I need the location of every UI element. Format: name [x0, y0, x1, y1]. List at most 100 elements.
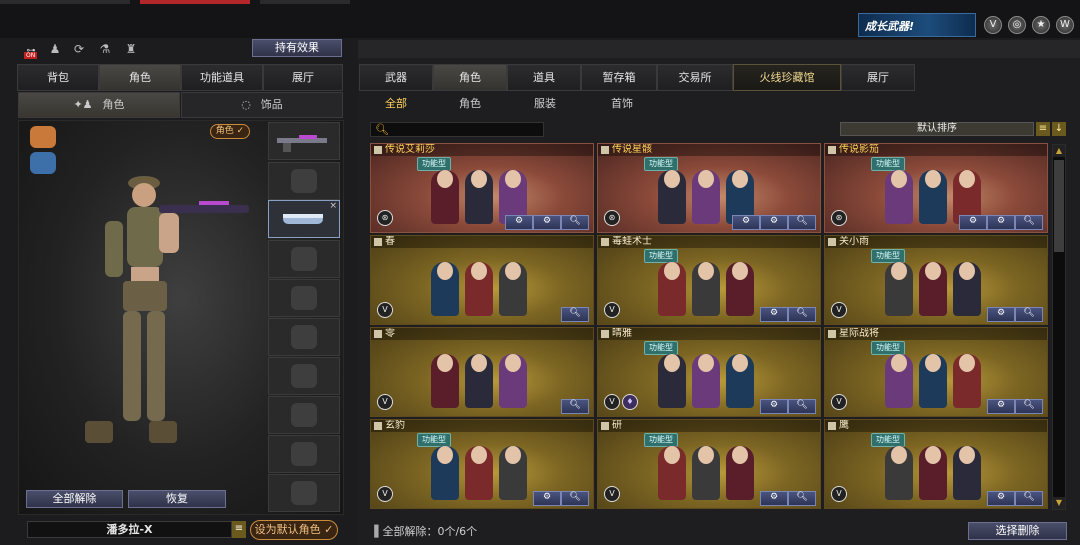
character-card[interactable]: 关小雨 功能型 V 🔍︎ ⚙︎ [824, 235, 1048, 325]
slot-headgear[interactable] [268, 162, 340, 200]
mask-emblem-icon[interactable] [30, 152, 56, 174]
slot-wings[interactable] [268, 435, 340, 473]
subtab-accessories[interactable]: ◌ 饰品 [181, 92, 343, 118]
subtab-roles[interactable]: 角色 [449, 96, 491, 112]
tab-roles[interactable]: 角色 [433, 64, 507, 91]
tab-showroom[interactable]: 展厅 [263, 64, 343, 91]
character-card[interactable]: 传说星骸 功能型 ⊛ 🔍︎ ⚙︎ ⚙︎ [597, 143, 821, 233]
inspect-icon[interactable]: 🔍︎ [1015, 307, 1043, 322]
settings-icon[interactable]: ⚙︎ [987, 307, 1015, 322]
character-card[interactable]: 晴雅 功能型 V ♦ 🔍︎ ⚙︎ [597, 327, 821, 417]
inspect-icon[interactable]: 🔍︎ [561, 307, 589, 322]
slot-gloves[interactable] [268, 357, 340, 395]
settings-icon[interactable]: ⚙︎ [732, 215, 760, 230]
subtab-jewelry[interactable]: 首饰 [601, 96, 643, 112]
character-portrait [658, 170, 686, 224]
growth-weapon-banner[interactable]: 成长武器! [858, 13, 976, 37]
target-icon[interactable]: ◎ [1008, 16, 1026, 34]
rank-emblem-icon[interactable] [30, 126, 56, 148]
tab-exchange[interactable]: 交易所 [657, 64, 733, 91]
scroll-up-icon[interactable]: ▲ [1053, 145, 1065, 157]
select-delete-button[interactable]: 选择删除 [968, 522, 1067, 540]
remove-icon[interactable]: × [329, 201, 337, 211]
character-card[interactable]: 毒蛙术士 功能型 V 🔍︎ ⚙︎ [597, 235, 821, 325]
slot-face[interactable] [268, 240, 340, 278]
tab-items[interactable]: 道具 [507, 64, 581, 91]
slot-weapon[interactable] [268, 122, 340, 160]
role-badge[interactable]: 角色 ✓ [210, 124, 250, 139]
subtab-all[interactable]: 全部 [375, 96, 417, 112]
tab-weapons[interactable]: 武器 [359, 64, 433, 91]
bag-icon[interactable]: ♜ [122, 40, 140, 58]
character-card[interactable]: 星际战将 功能型 V 🔍︎ ⚙︎ [824, 327, 1048, 417]
slot-pet[interactable] [268, 396, 340, 434]
vip-icon: V [377, 394, 393, 410]
settings-icon[interactable]: ⚙︎ [760, 307, 788, 322]
inspect-icon[interactable]: 🔍︎ [1015, 399, 1043, 414]
character-card[interactable]: 春 V 🔍︎ [370, 235, 594, 325]
set-default-character-button[interactable]: 设为默认角色 ✓ [250, 520, 338, 540]
character-card[interactable]: 鹰功能型 V 🔍︎ ⚙︎ [824, 419, 1048, 509]
scrollbar-thumb[interactable] [1054, 160, 1064, 252]
settings-icon[interactable]: ⚙︎ [760, 399, 788, 414]
tab-exhibition[interactable]: 展厅 [841, 64, 915, 91]
tab-function-items[interactable]: 功能道具 [181, 64, 263, 91]
subtab-outfits[interactable]: 服装 [524, 96, 566, 112]
settings-icon[interactable]: ⚙︎ [533, 215, 561, 230]
tab-storage[interactable]: 暂存箱 [581, 64, 657, 91]
sort-dropdown[interactable]: 默认排序 [840, 122, 1034, 136]
character-portrait [499, 262, 527, 316]
inspect-icon[interactable]: 🔍︎ [561, 491, 589, 506]
settings-icon[interactable]: ⚙︎ [987, 215, 1015, 230]
slot-goggles[interactable]: × [268, 200, 340, 238]
slot-shoes[interactable] [268, 474, 340, 512]
tab-character[interactable]: 角色 [99, 64, 181, 91]
character-card[interactable]: 零 V 🔍︎ [370, 327, 594, 417]
lab-icon[interactable]: ⚗ [96, 40, 114, 58]
settings-icon[interactable]: ⚙︎ [987, 399, 1015, 414]
inspect-icon[interactable]: 🔍︎ [788, 491, 816, 506]
on-toggle-icon[interactable]: ⊶ ON [22, 40, 40, 59]
shield-v-icon[interactable]: V [984, 16, 1002, 34]
character-card[interactable]: 玄豹 功能型 V 🔍︎ ⚙︎ [370, 419, 594, 509]
sort-list-icon[interactable]: ≡ [1036, 122, 1050, 136]
tab-backpack[interactable]: 背包 [17, 64, 99, 91]
inspect-icon[interactable]: 🔍︎ [1015, 215, 1043, 230]
inspect-icon[interactable]: 🔍︎ [561, 215, 589, 230]
held-effects-button[interactable]: 持有效果 [252, 39, 342, 57]
subtab-character[interactable]: ✦♟ 角色 [18, 92, 180, 118]
search-input[interactable]: 🔍︎ [370, 122, 544, 137]
settings-icon[interactable]: ⚙︎ [760, 215, 788, 230]
settings-icon[interactable]: ⚙︎ [505, 215, 533, 230]
vip-icon: V [377, 486, 393, 502]
settings-icon[interactable]: ⚙︎ [959, 215, 987, 230]
inspect-icon[interactable]: 🔍︎ [561, 399, 589, 414]
inspect-icon[interactable]: 🔍︎ [1015, 491, 1043, 506]
settings-icon[interactable]: ⚙︎ [987, 491, 1015, 506]
settings-icon[interactable]: ⚙︎ [760, 491, 788, 506]
unequip-all-button[interactable]: 全部解除 [26, 490, 123, 508]
slot-vest[interactable] [268, 279, 340, 317]
inspect-icon[interactable]: 🔍︎ [788, 307, 816, 322]
team-icon[interactable]: ♟ [46, 40, 64, 58]
sort-direction-icon[interactable]: ↓ [1052, 122, 1066, 136]
card-type-icon [374, 330, 382, 338]
character-portrait [692, 446, 720, 500]
card-title-bar [371, 236, 593, 248]
scroll-down-icon[interactable]: ▼ [1053, 497, 1065, 509]
refresh-icon[interactable]: ⟳ [70, 40, 88, 58]
star-badge-icon[interactable]: ★ [1032, 16, 1050, 34]
character-portrait [692, 170, 720, 224]
tab-collection-hall[interactable]: 火线珍藏馆 [733, 64, 841, 91]
wing-v-icon[interactable]: W [1056, 16, 1074, 34]
list-icon[interactable]: ≡ [232, 521, 246, 538]
restore-button[interactable]: 恢复 [128, 490, 226, 508]
inspect-icon[interactable]: 🔍︎ [788, 399, 816, 414]
character-portrait [658, 354, 686, 408]
settings-icon[interactable]: ⚙︎ [533, 491, 561, 506]
slot-body[interactable] [268, 318, 340, 356]
character-card[interactable]: 研功能型 V 🔍︎ ⚙︎ [597, 419, 821, 509]
character-card[interactable]: 传说影笳 功能型 ⊛ 🔍︎ ⚙︎ ⚙︎ [824, 143, 1048, 233]
character-card[interactable]: 传说艾莉莎 功能型 ⊛ 🔍︎ ⚙︎ ⚙︎ [370, 143, 594, 233]
inspect-icon[interactable]: 🔍︎ [788, 215, 816, 230]
